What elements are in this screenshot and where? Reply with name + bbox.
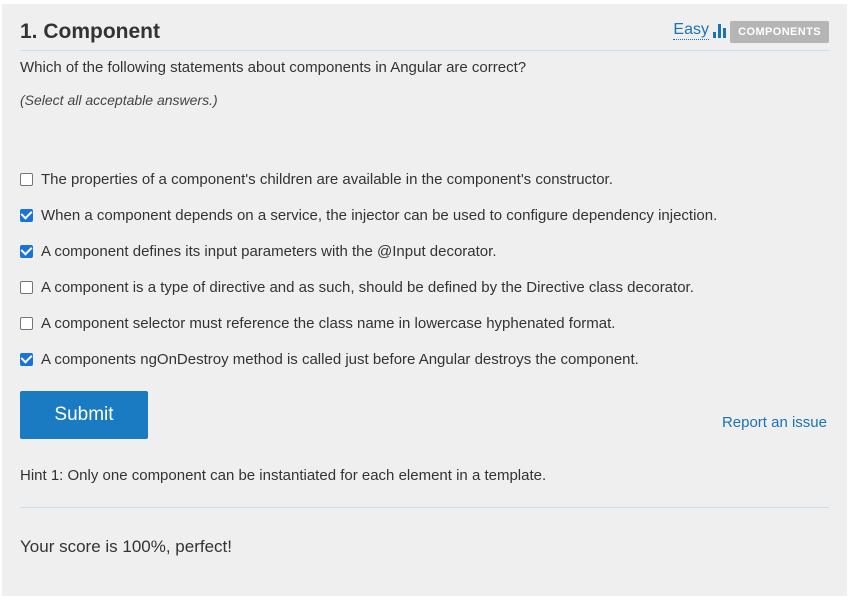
question-header: 1. Component Easy COMPONENTS [20, 14, 829, 51]
checkbox-checked[interactable] [20, 244, 33, 258]
checkbox-checked[interactable] [20, 352, 33, 366]
answer-option[interactable]: A component selector must reference the … [20, 305, 829, 341]
answer-option[interactable]: The properties of a component's children… [20, 161, 829, 197]
answer-label: A component is a type of directive and a… [41, 278, 694, 296]
answer-label: A component selector must reference the … [41, 314, 616, 332]
checkbox-unchecked[interactable] [20, 172, 33, 186]
answer-label: The properties of a component's children… [41, 170, 613, 188]
hint-text: Hint 1: Only one component can be instan… [20, 467, 547, 484]
answer-options: The properties of a component's children… [20, 161, 829, 377]
checkbox-unchecked[interactable] [20, 316, 33, 330]
bar-chart-icon [713, 24, 726, 38]
submit-button[interactable]: Submit [20, 391, 148, 439]
score-text: Your score is 100%, perfect! [20, 537, 232, 556]
answer-option[interactable]: When a component depends on a service, t… [20, 197, 829, 233]
question-title: 1. Component [20, 20, 160, 43]
quiz-panel: 1. Component Easy COMPONENTS Which of th… [2, 4, 847, 596]
report-issue-link[interactable]: Report an issue [722, 414, 827, 431]
answer-label: A component defines its input parameters… [41, 242, 497, 260]
instruction-text: (Select all acceptable answers.) [20, 92, 218, 108]
divider [20, 507, 829, 508]
category-tag[interactable]: COMPONENTS [730, 21, 829, 43]
answer-label: When a component depends on a service, t… [41, 206, 718, 224]
answer-option[interactable]: A components ngOnDestroy method is calle… [20, 341, 829, 377]
difficulty-indicator[interactable]: Easy [673, 21, 726, 40]
question-text: Which of the following statements about … [20, 59, 527, 76]
answer-option[interactable]: A component defines its input parameters… [20, 233, 829, 269]
difficulty-label[interactable]: Easy [673, 21, 709, 40]
checkbox-checked[interactable] [20, 208, 33, 222]
checkbox-unchecked[interactable] [20, 280, 33, 294]
answer-label: A components ngOnDestroy method is calle… [41, 350, 639, 368]
answer-option[interactable]: A component is a type of directive and a… [20, 269, 829, 305]
